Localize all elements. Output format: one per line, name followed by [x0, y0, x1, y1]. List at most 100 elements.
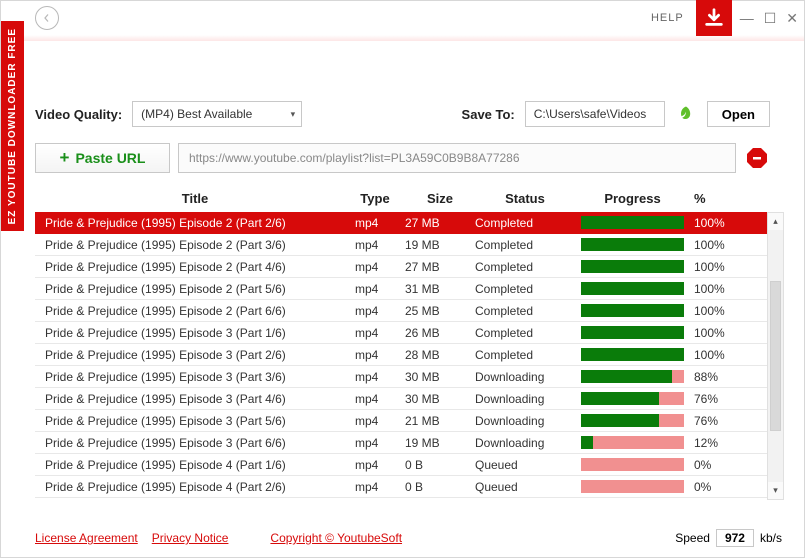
cell-status: Downloading: [475, 436, 575, 450]
cell-progress: [575, 282, 690, 295]
cell-title: Pride & Prejudice (1995) Episode 4 (Part…: [45, 480, 345, 494]
video-quality-value: (MP4) Best Available: [141, 107, 252, 121]
progress-bar: [581, 282, 684, 295]
table-row[interactable]: Pride & Prejudice (1995) Episode 3 (Part…: [35, 366, 784, 388]
progress-bar: [581, 480, 684, 493]
paste-url-button[interactable]: + Paste URL: [35, 143, 170, 173]
cell-title: Pride & Prejudice (1995) Episode 3 (Part…: [45, 370, 345, 384]
help-link[interactable]: HELP: [651, 12, 692, 24]
progress-bar: [581, 370, 684, 383]
cell-percent: 12%: [690, 436, 745, 450]
progress-bar: [581, 260, 684, 273]
cell-title: Pride & Prejudice (1995) Episode 3 (Part…: [45, 414, 345, 428]
cell-percent: 100%: [690, 282, 745, 296]
table-row[interactable]: Pride & Prejudice (1995) Episode 4 (Part…: [35, 476, 784, 498]
cell-status: Completed: [475, 216, 575, 230]
privacy-link[interactable]: Privacy Notice: [152, 531, 229, 545]
table-row[interactable]: Pride & Prejudice (1995) Episode 2 (Part…: [35, 234, 784, 256]
table-row[interactable]: Pride & Prejudice (1995) Episode 3 (Part…: [35, 388, 784, 410]
stop-button[interactable]: [744, 145, 770, 171]
vertical-scrollbar[interactable]: ▴ ▾: [767, 212, 784, 500]
table-row[interactable]: Pride & Prejudice (1995) Episode 2 (Part…: [35, 300, 784, 322]
cell-size: 31 MB: [405, 282, 475, 296]
video-quality-select[interactable]: (MP4) Best Available: [132, 101, 302, 127]
progress-bar: [581, 458, 684, 471]
close-button[interactable]: ✕: [786, 10, 798, 27]
cell-title: Pride & Prejudice (1995) Episode 3 (Part…: [45, 392, 345, 406]
table-header: Title Type Size Status Progress %: [35, 187, 784, 212]
progress-bar: [581, 348, 684, 361]
speed-label: Speed: [675, 531, 710, 545]
cell-title: Pride & Prejudice (1995) Episode 2 (Part…: [45, 260, 345, 274]
cell-size: 19 MB: [405, 436, 475, 450]
cell-status: Completed: [475, 326, 575, 340]
col-status: Status: [475, 191, 575, 206]
cell-size: 27 MB: [405, 260, 475, 274]
cell-type: mp4: [345, 392, 405, 406]
copyright-link[interactable]: Copyright © YoutubeSoft: [270, 531, 402, 545]
col-size: Size: [405, 191, 475, 206]
scrollbar-thumb[interactable]: [770, 281, 781, 431]
decorative-divider: [1, 35, 804, 41]
cell-percent: 100%: [690, 348, 745, 362]
progress-bar: [581, 216, 684, 229]
cell-type: mp4: [345, 436, 405, 450]
cell-type: mp4: [345, 348, 405, 362]
table-row[interactable]: Pride & Prejudice (1995) Episode 3 (Part…: [35, 432, 784, 454]
license-link[interactable]: License Agreement: [35, 531, 138, 545]
cell-size: 0 B: [405, 480, 475, 494]
cell-type: mp4: [345, 326, 405, 340]
cell-size: 30 MB: [405, 370, 475, 384]
open-folder-button[interactable]: Open: [707, 101, 770, 127]
table-row[interactable]: Pride & Prejudice (1995) Episode 3 (Part…: [35, 322, 784, 344]
video-quality-label: Video Quality:: [35, 107, 122, 122]
cell-type: mp4: [345, 414, 405, 428]
cell-status: Completed: [475, 304, 575, 318]
table-row[interactable]: Pride & Prejudice (1995) Episode 3 (Part…: [35, 344, 784, 366]
cell-percent: 100%: [690, 304, 745, 318]
table-row[interactable]: Pride & Prejudice (1995) Episode 2 (Part…: [35, 212, 784, 234]
cell-type: mp4: [345, 282, 405, 296]
minimize-button[interactable]: —: [740, 10, 754, 26]
cell-progress: [575, 436, 690, 449]
cell-percent: 0%: [690, 480, 745, 494]
scroll-up-button[interactable]: ▴: [768, 213, 783, 230]
cell-progress: [575, 260, 690, 273]
plus-icon: +: [60, 148, 70, 168]
progress-bar: [581, 436, 684, 449]
cell-status: Downloading: [475, 370, 575, 384]
table-row[interactable]: Pride & Prejudice (1995) Episode 3 (Part…: [35, 410, 784, 432]
cell-size: 27 MB: [405, 216, 475, 230]
progress-bar: [581, 326, 684, 339]
cell-size: 25 MB: [405, 304, 475, 318]
cell-type: mp4: [345, 238, 405, 252]
cell-progress: [575, 480, 690, 493]
cell-title: Pride & Prejudice (1995) Episode 3 (Part…: [45, 436, 345, 450]
cell-size: 30 MB: [405, 392, 475, 406]
cell-title: Pride & Prejudice (1995) Episode 3 (Part…: [45, 348, 345, 362]
progress-bar: [581, 304, 684, 317]
table-row[interactable]: Pride & Prejudice (1995) Episode 4 (Part…: [35, 454, 784, 476]
cell-progress: [575, 216, 690, 229]
table-row[interactable]: Pride & Prejudice (1995) Episode 2 (Part…: [35, 278, 784, 300]
cell-size: 19 MB: [405, 238, 475, 252]
cell-progress: [575, 238, 690, 251]
cell-title: Pride & Prejudice (1995) Episode 2 (Part…: [45, 238, 345, 252]
saveto-input[interactable]: [525, 101, 665, 127]
cell-percent: 100%: [690, 326, 745, 340]
cell-status: Downloading: [475, 392, 575, 406]
cell-title: Pride & Prejudice (1995) Episode 2 (Part…: [45, 282, 345, 296]
maximize-button[interactable]: ☐: [764, 10, 777, 27]
table-row[interactable]: Pride & Prejudice (1995) Episode 2 (Part…: [35, 256, 784, 278]
cell-type: mp4: [345, 480, 405, 494]
scroll-down-button[interactable]: ▾: [768, 482, 783, 499]
cell-percent: 100%: [690, 238, 745, 252]
cell-type: mp4: [345, 260, 405, 274]
cell-progress: [575, 326, 690, 339]
browse-folder-button[interactable]: [675, 103, 697, 125]
leaf-icon: [677, 105, 695, 123]
download-arrow-icon: [703, 7, 725, 29]
cell-status: Completed: [475, 238, 575, 252]
back-button[interactable]: [35, 6, 59, 30]
url-input[interactable]: [178, 143, 736, 173]
